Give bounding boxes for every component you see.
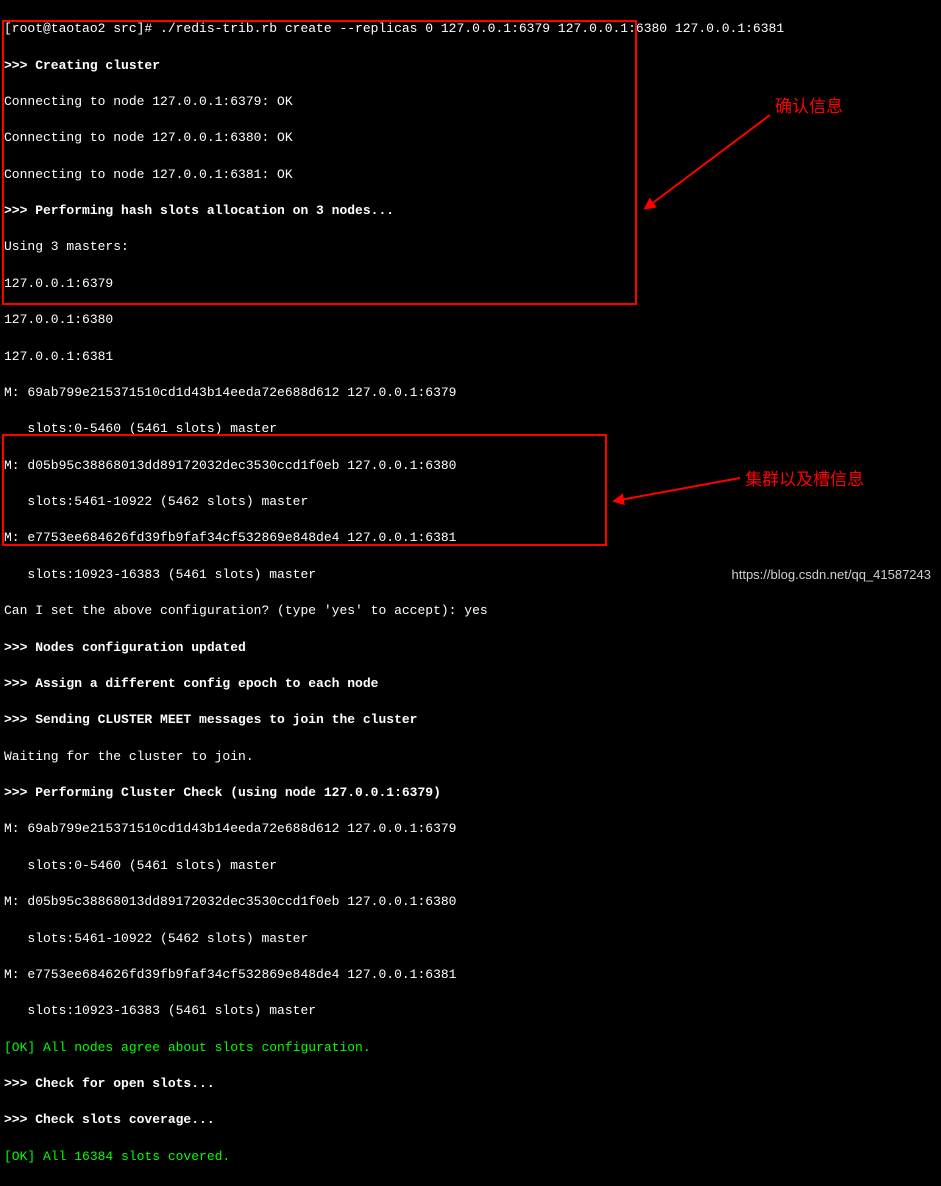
- perform-line: >>> Performing hash slots allocation on …: [4, 202, 937, 220]
- ok-line: [OK] All nodes agree about slots configu…: [4, 1039, 937, 1057]
- ok-line: [OK] All 16384 slots covered.: [4, 1148, 937, 1166]
- master-addr: 127.0.0.1:6380: [4, 311, 937, 329]
- slot-line: slots:5461-10922 (5462 slots) master: [4, 930, 937, 948]
- node-line: M: e7753ee684626fd39fb9faf34cf532869e848…: [4, 966, 937, 984]
- annotation-label-1: 确认信息: [775, 95, 843, 119]
- node-line: M: 69ab799e215371510cd1d43b14eeda72e688d…: [4, 384, 937, 402]
- waiting-line: Waiting for the cluster to join.: [4, 748, 937, 766]
- annotation-label-2: 集群以及槽信息: [745, 468, 864, 492]
- check-line: >>> Performing Cluster Check (using node…: [4, 784, 937, 802]
- connect-line: Connecting to node 127.0.0.1:6380: OK: [4, 129, 937, 147]
- node-line: M: 69ab799e215371510cd1d43b14eeda72e688d…: [4, 820, 937, 838]
- meet-line: >>> Sending CLUSTER MEET messages to joi…: [4, 711, 937, 729]
- slot-line: slots:5461-10922 (5462 slots) master: [4, 493, 937, 511]
- node-line: M: d05b95c38868013dd89172032dec3530ccd1f…: [4, 893, 937, 911]
- watermark-text: https://blog.csdn.net/qq_41587243: [732, 566, 932, 584]
- confirm-line: Can I set the above configuration? (type…: [4, 602, 937, 620]
- check-coverage-line: >>> Check slots coverage...: [4, 1111, 937, 1129]
- updated-line: >>> Nodes configuration updated: [4, 639, 937, 657]
- terminal-output: [root@taotao2 src]# ./redis-trib.rb crea…: [0, 0, 941, 1186]
- master-addr: 127.0.0.1:6379: [4, 275, 937, 293]
- check-open-line: >>> Check for open slots...: [4, 1075, 937, 1093]
- slot-line: slots:0-5460 (5461 slots) master: [4, 857, 937, 875]
- node-line: M: e7753ee684626fd39fb9faf34cf532869e848…: [4, 529, 937, 547]
- master-addr: 127.0.0.1:6381: [4, 348, 937, 366]
- slot-line: slots:0-5460 (5461 slots) master: [4, 420, 937, 438]
- creating-line: >>> Creating cluster: [4, 57, 937, 75]
- slot-line: slots:10923-16383 (5461 slots) master: [4, 1002, 937, 1020]
- prompt-line: [root@taotao2 src]# ./redis-trib.rb crea…: [4, 20, 937, 38]
- assign-line: >>> Assign a different config epoch to e…: [4, 675, 937, 693]
- connect-line: Connecting to node 127.0.0.1:6381: OK: [4, 166, 937, 184]
- using-line: Using 3 masters:: [4, 238, 937, 256]
